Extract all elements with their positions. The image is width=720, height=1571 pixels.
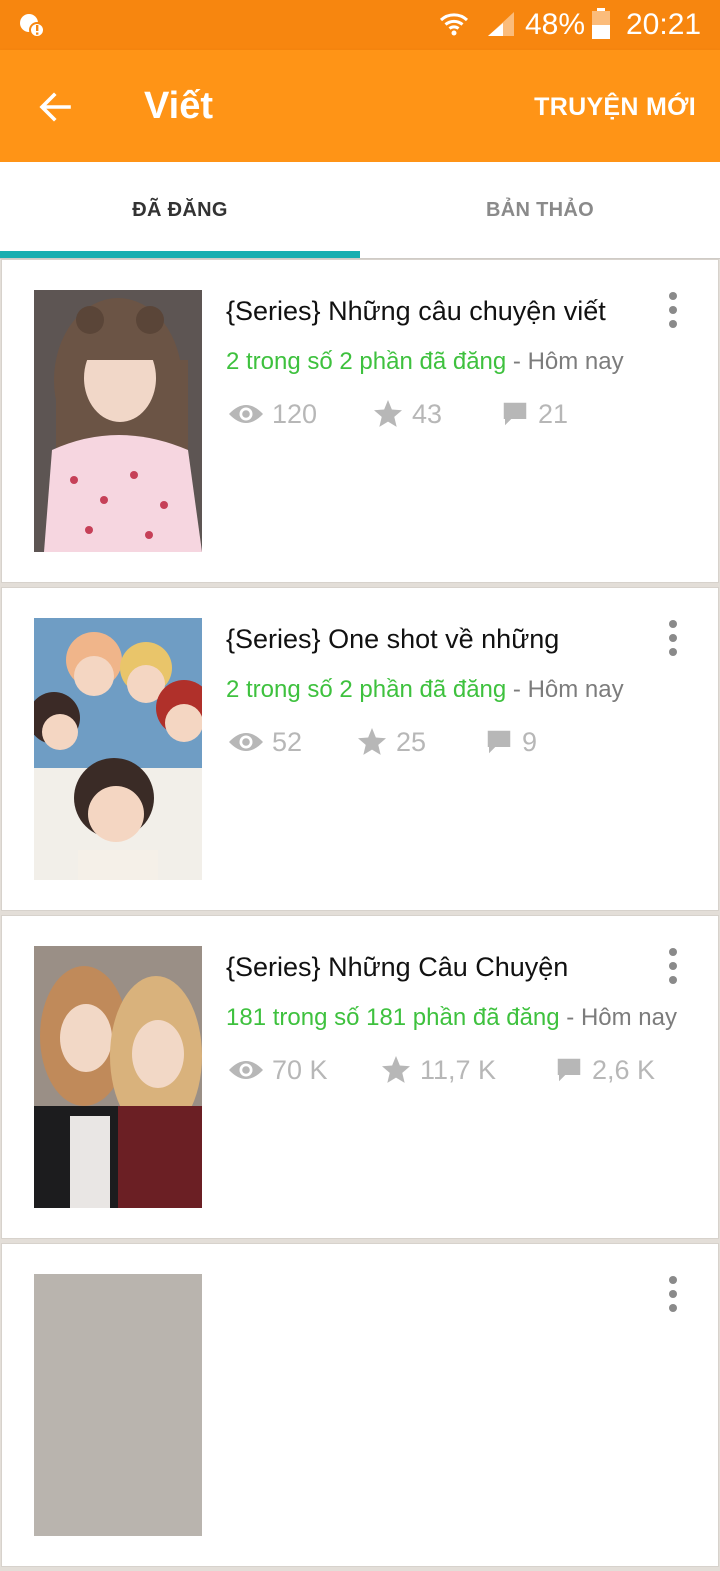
more-dot	[669, 320, 677, 328]
views-count: 70 K	[272, 1054, 328, 1085]
votes-count: 43	[412, 398, 443, 429]
story-stats: 70 K 11,7 K 2,6 K	[228, 1052, 688, 1088]
tab-bar: ĐÃ ĐĂNG BẢN THẢO	[0, 162, 720, 259]
more-vertical-icon	[669, 948, 677, 956]
separator: -	[506, 348, 528, 375]
eye-icon	[229, 733, 263, 751]
more-vertical-icon	[669, 620, 677, 628]
more-dot	[669, 306, 677, 314]
views-count: 52	[272, 726, 303, 757]
battery-icon	[592, 8, 610, 39]
more-dot	[669, 962, 677, 970]
story-cover-image[interactable]	[34, 290, 202, 552]
story-card[interactable]	[1, 1243, 719, 1567]
votes-count: 25	[396, 726, 427, 757]
votes-count: 11,7 K	[420, 1054, 497, 1085]
star-icon	[358, 728, 386, 755]
comments-stat: 21	[500, 396, 568, 432]
notification-icon	[20, 14, 45, 38]
star-icon	[374, 400, 402, 427]
story-list: {Series} Những câu chuyện viết 2 trong s…	[0, 259, 720, 1571]
more-options-button[interactable]	[658, 290, 688, 330]
star-icon	[382, 1056, 410, 1083]
story-title: {Series} One shot về những	[226, 624, 560, 654]
new-story-button[interactable]: TRUYỆN MỚI	[534, 90, 696, 124]
story-cover-image[interactable]	[34, 1274, 202, 1536]
updated-date: Hôm nay	[527, 676, 624, 703]
views-stat: 120	[228, 396, 317, 432]
story-card[interactable]: {Series} Những Câu Chuyện 181 trong số 1…	[1, 915, 719, 1239]
story-stats: 120 43 21	[228, 396, 688, 432]
story-cover-image[interactable]	[34, 618, 202, 880]
battery-percent: 48%	[525, 8, 586, 41]
comments-count: 21	[538, 398, 569, 429]
comments-count: 9	[522, 726, 538, 757]
story-parts-line: 2 trong số 2 phần đã đăng - Hôm nay	[226, 346, 624, 378]
story-stats: 52 25 9	[228, 724, 688, 760]
more-vertical-icon	[669, 1276, 677, 1284]
votes-stat: 11,7 K	[380, 1052, 496, 1088]
more-options-button[interactable]	[658, 618, 688, 658]
signal-icon	[488, 12, 514, 36]
published-parts: 2 trong số 2 phần đã đăng	[226, 676, 507, 703]
votes-stat: 25	[356, 724, 426, 760]
back-button[interactable]	[28, 80, 82, 134]
wifi-icon	[439, 13, 469, 36]
updated-date: Hôm nay	[580, 1004, 677, 1031]
votes-stat: 43	[372, 396, 442, 432]
more-options-button[interactable]	[658, 1274, 688, 1314]
tab-published[interactable]: ĐÃ ĐĂNG	[0, 162, 360, 258]
views-stat: 52	[228, 724, 302, 760]
more-dot	[669, 1290, 677, 1298]
story-title: {Series} Những câu chuyện viết	[226, 296, 606, 326]
comments-count: 2,6 K	[592, 1054, 656, 1085]
story-parts-line: 181 trong số 181 phần đã đăng - Hôm nay	[226, 1002, 677, 1034]
comment-icon	[487, 730, 511, 754]
more-vertical-icon	[669, 292, 677, 300]
comment-icon	[503, 402, 527, 426]
clock: 20:21	[626, 8, 702, 41]
views-count: 120	[272, 398, 318, 429]
comment-icon	[557, 1058, 581, 1082]
more-dot	[669, 634, 677, 642]
status-bar: 48% 20:21	[0, 0, 720, 50]
published-parts: 181 trong số 181 phần đã đăng	[226, 1004, 560, 1031]
more-dot	[669, 648, 677, 656]
tab-drafts[interactable]: BẢN THẢO	[360, 162, 720, 258]
views-stat: 70 K	[228, 1052, 328, 1088]
page-title: Viết	[144, 85, 214, 127]
more-dot	[669, 976, 677, 984]
app-bar: Viết TRUYỆN MỚI	[0, 50, 720, 162]
tab-indicator	[0, 251, 360, 258]
separator: -	[559, 1004, 581, 1031]
more-options-button[interactable]	[658, 946, 688, 986]
story-cover-image[interactable]	[34, 946, 202, 1208]
comments-stat: 2,6 K	[554, 1052, 655, 1088]
story-parts-line: 2 trong số 2 phần đã đăng - Hôm nay	[226, 674, 624, 706]
more-dot	[669, 1304, 677, 1312]
eye-icon	[229, 1061, 263, 1079]
story-card[interactable]: {Series} Những câu chuyện viết 2 trong s…	[1, 259, 719, 583]
updated-date: Hôm nay	[527, 348, 624, 375]
story-title: {Series} Những Câu Chuyện	[226, 952, 569, 982]
story-card[interactable]: {Series} One shot về những 2 trong số 2 …	[1, 587, 719, 911]
arrow-left-icon	[39, 92, 71, 122]
eye-icon	[229, 405, 263, 423]
separator: -	[506, 676, 528, 703]
comments-stat: 9	[484, 724, 537, 760]
published-parts: 2 trong số 2 phần đã đăng	[226, 348, 507, 375]
